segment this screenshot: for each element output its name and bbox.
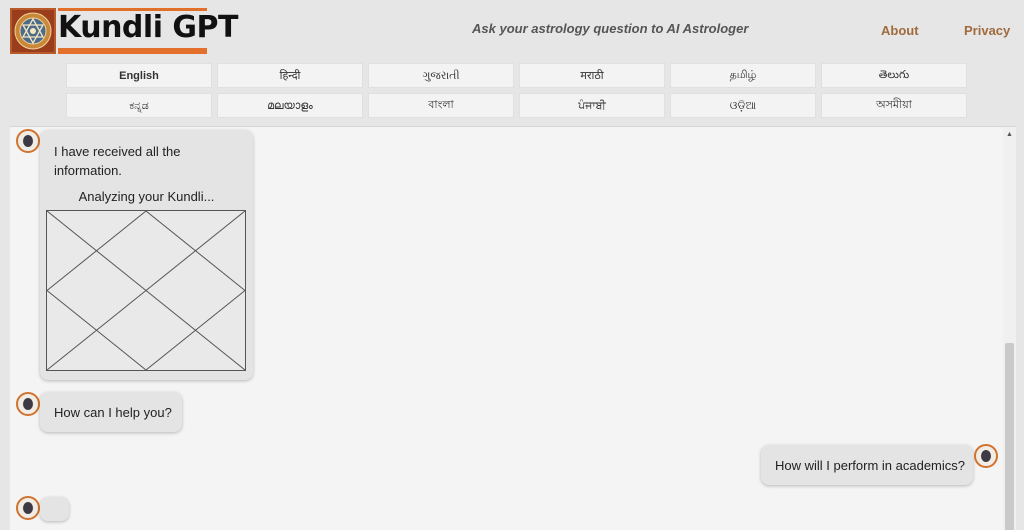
lang-button-marathi[interactable]: मराठी	[519, 63, 665, 88]
lang-button-punjabi[interactable]: ਪੰਜਾਬੀ	[519, 93, 665, 118]
scroll-up-arrow-icon[interactable]: ▲	[1006, 131, 1013, 138]
nav-privacy-link[interactable]: Privacy	[964, 23, 1010, 38]
nav-about-link[interactable]: About	[881, 23, 919, 38]
chat-bubble-typing	[40, 497, 69, 521]
lang-button-hindi[interactable]: हिन्दी	[217, 63, 363, 88]
astrologer-avatar	[16, 496, 40, 520]
lang-button-telugu[interactable]: తెలుగు	[821, 63, 967, 88]
chat-scrollbar[interactable]: ▲	[1003, 127, 1016, 530]
logo[interactable]: Kundli GPT	[10, 8, 239, 54]
logo-underline	[58, 48, 207, 54]
kundli-lines	[47, 211, 245, 370]
header: Kundli GPT Ask your astrology question t…	[0, 0, 1024, 62]
message-text: How will I perform in academics?	[775, 457, 966, 473]
lang-button-gujarati[interactable]: ગુજરાતી	[368, 63, 514, 88]
mandala-icon	[10, 8, 56, 54]
chat-area: I have received all the information. Ana…	[10, 126, 1016, 530]
chat-bubble-bot: How can I help you?	[40, 392, 182, 432]
lang-button-malayalam[interactable]: മലയാളം	[217, 93, 363, 118]
lang-button-assamese[interactable]: অসমীয়া	[821, 93, 967, 118]
chat-bubble-user: How will I perform in academics?	[761, 445, 973, 485]
message-subtext: Analyzing your Kundli...	[78, 189, 215, 204]
message-text: How can I help you?	[54, 404, 172, 420]
kundli-chart	[46, 210, 246, 371]
astrologer-avatar	[16, 129, 40, 153]
lang-button-odia[interactable]: ଓଡ଼ିଆ	[670, 93, 816, 118]
language-selector: English हिन्दी ગુજરાતી मराठी தமிழ் తెలుగ…	[66, 63, 967, 118]
lang-button-kannada[interactable]: ಕನ್ನಡ	[66, 93, 212, 118]
astrologer-avatar	[16, 392, 40, 416]
tagline: Ask your astrology question to AI Astrol…	[472, 21, 749, 36]
chat-bubble-bot: I have received all the information. Ana…	[40, 130, 253, 380]
lang-button-tamil[interactable]: தமிழ்	[670, 63, 816, 88]
scrollbar-thumb[interactable]	[1005, 343, 1014, 530]
logo-text: Kundli GPT	[58, 10, 239, 45]
lang-button-bengali[interactable]: বাংলা	[368, 93, 514, 118]
message-text: I have received all the information.	[54, 144, 181, 178]
user-avatar	[974, 444, 998, 468]
lang-button-english[interactable]: English	[66, 63, 212, 88]
